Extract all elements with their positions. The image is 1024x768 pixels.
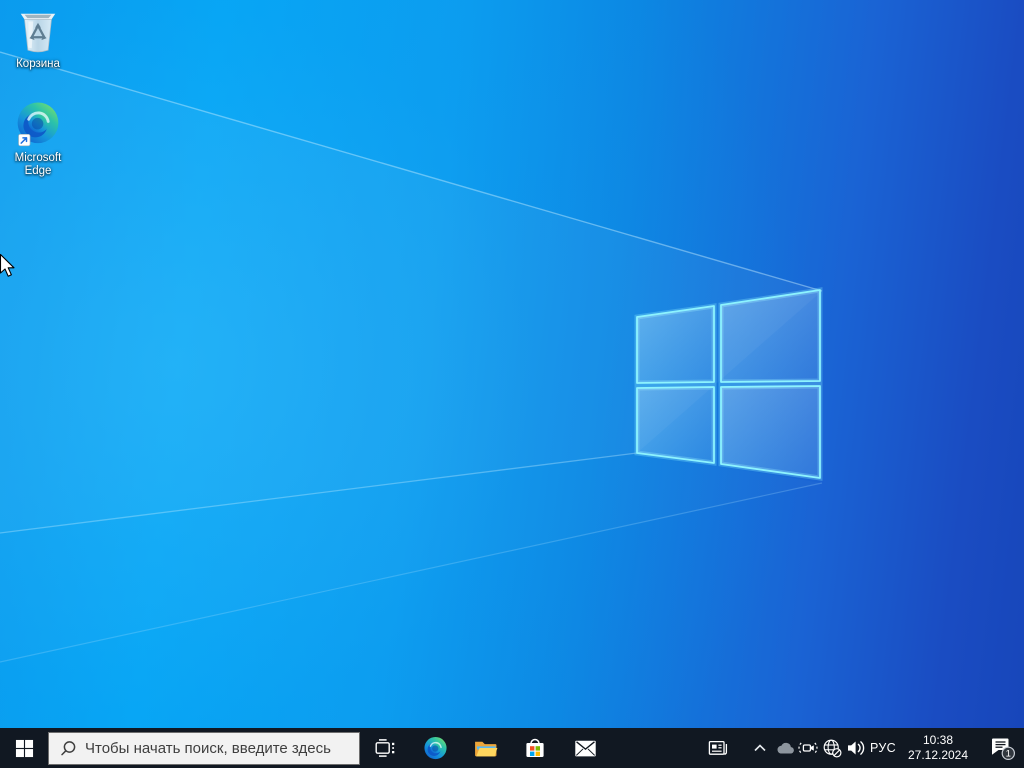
file-explorer-button[interactable] xyxy=(460,728,510,768)
windows-logo-icon xyxy=(15,739,33,757)
microsoft-store-button[interactable] xyxy=(510,728,560,768)
language-label: РУС xyxy=(870,741,896,755)
edge-icon xyxy=(423,736,447,759)
clock-date: 27.12.2024 xyxy=(907,748,969,762)
shortcut-arrow-badge xyxy=(18,133,31,147)
desktop-icon-label: Microsoft Edge xyxy=(14,152,62,177)
edge-taskbar-button[interactable] xyxy=(410,728,460,768)
clock[interactable]: 10:38 27.12.2024 xyxy=(898,728,978,768)
news-and-interests-icon xyxy=(708,740,728,755)
meet-now-button[interactable] xyxy=(796,728,820,768)
volume-icon xyxy=(848,741,865,755)
desktop-icon-label: Корзина xyxy=(16,58,60,70)
task-view-button[interactable] xyxy=(360,728,410,768)
edge-logo-icon xyxy=(17,102,59,147)
network-status-button[interactable] xyxy=(820,728,844,768)
taskbar-search-box[interactable] xyxy=(48,731,360,765)
mail-icon xyxy=(574,740,596,756)
network-offline-globe-icon xyxy=(823,739,842,758)
hidden-icons-chevron-icon xyxy=(754,744,766,752)
microsoft-store-icon xyxy=(526,738,544,757)
notification-badge-count: 1 xyxy=(1006,749,1011,760)
meet-now-icon xyxy=(798,742,818,754)
onedrive-cloud-icon xyxy=(776,742,794,754)
desktop-icon-microsoft-edge[interactable]: Microsoft Edge xyxy=(0,100,76,178)
recycle-bin-icon xyxy=(20,13,56,53)
task-view-icon xyxy=(375,739,395,757)
windows-desktop: Корзина Microsoft Edge Чтобы начать поис… xyxy=(0,0,1024,768)
volume-button[interactable] xyxy=(844,728,868,768)
news-and-interests-button[interactable] xyxy=(702,728,734,768)
language-indicator[interactable]: РУС xyxy=(868,728,898,768)
mail-button[interactable] xyxy=(560,728,610,768)
show-hidden-icons-button[interactable] xyxy=(748,728,772,768)
taskbar: РУС 10:38 27.12.2024 1 xyxy=(0,728,1024,768)
mouse-cursor xyxy=(0,253,15,277)
search-icon xyxy=(61,740,76,755)
start-button[interactable] xyxy=(0,728,48,768)
action-center-button[interactable]: 1 xyxy=(978,728,1024,768)
file-explorer-icon xyxy=(474,741,497,756)
search-input[interactable] xyxy=(85,739,359,757)
wallpaper-windows-logo-art xyxy=(0,51,823,663)
desktop-icon-recycle-bin[interactable]: Корзина xyxy=(0,6,76,71)
clock-time: 10:38 xyxy=(922,733,954,747)
onedrive-tray-button[interactable] xyxy=(772,728,796,768)
action-center-icon: 1 xyxy=(992,738,1015,760)
